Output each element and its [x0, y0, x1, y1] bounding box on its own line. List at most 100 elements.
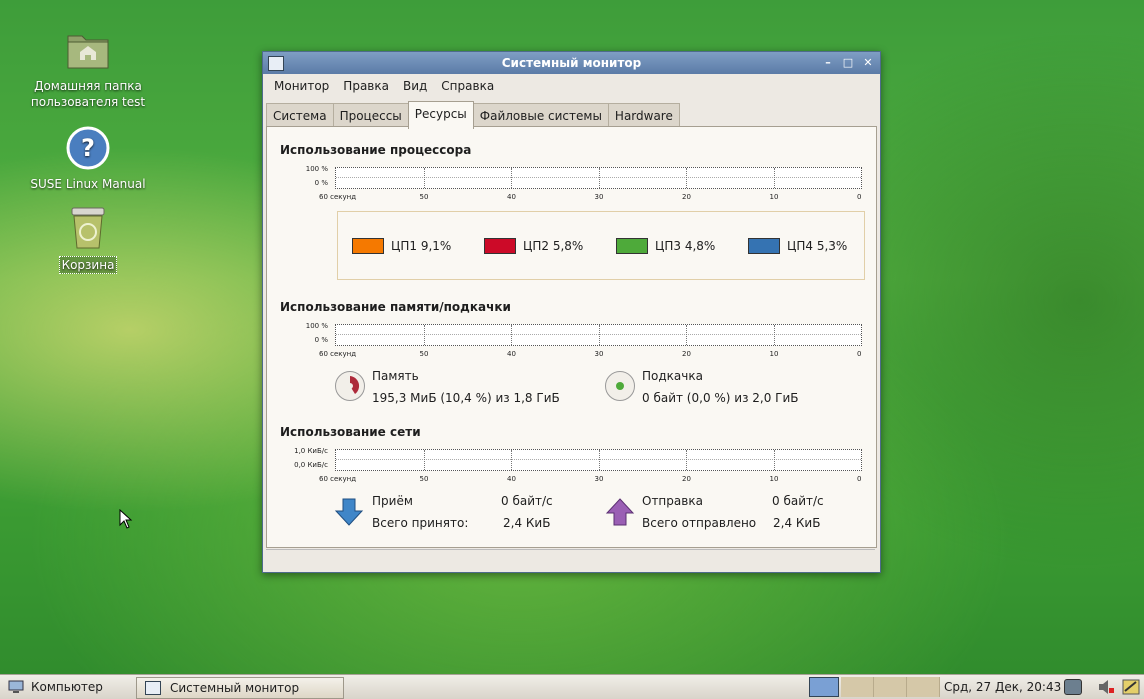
rx-total-label: Всего принято: [372, 516, 469, 530]
x-axis-tick-label: 10 [769, 350, 779, 358]
x-axis-tick-label: 20 [682, 350, 691, 358]
computer-icon [8, 680, 24, 693]
volume-tray-icon[interactable] [1095, 675, 1117, 699]
receive-arrow-icon [334, 498, 364, 526]
x-axis-tick-label: 30 [594, 475, 604, 483]
workspace-1[interactable] [809, 677, 839, 697]
x-axis-tick-label: 10 [769, 475, 779, 483]
x-axis-tick-label: 40 [507, 475, 516, 483]
x-axis-tick-label: 60 секунд [319, 193, 357, 201]
swap-pie-icon[interactable] [605, 371, 635, 401]
cpu-y-max: 100 % [305, 165, 328, 173]
graph-gridline [423, 325, 425, 345]
maximize-icon[interactable]: □ [840, 55, 856, 71]
x-axis-tick-label: 40 [507, 193, 516, 201]
update-tray-icon[interactable] [1120, 675, 1142, 699]
resources-panel: Использование процессора 100 % 0 % ЦП1 9… [266, 126, 877, 548]
cpu4-swatch[interactable] [748, 238, 780, 254]
menu-edit[interactable]: Правка [336, 79, 396, 93]
swap-pie-dot [616, 382, 624, 390]
taskbar-task-system-monitor[interactable]: Системный монитор [136, 677, 344, 699]
cpu1-swatch[interactable] [352, 238, 384, 254]
menu-view[interactable]: Вид [396, 79, 434, 93]
memory-label: Память [372, 369, 419, 383]
cpu3-label: ЦП3 [655, 239, 681, 253]
x-axis-tick-label: 50 [419, 193, 429, 201]
tab-bar: Система Процессы Ресурсы Файловые систем… [266, 101, 680, 129]
cpu-history-graph [335, 167, 862, 189]
computer-menu-button[interactable]: Компьютер [8, 675, 103, 699]
cpu3-swatch[interactable] [616, 238, 648, 254]
cpu4-label: ЦП4 [787, 239, 813, 253]
tx-total-label: Всего отправлено [642, 516, 757, 530]
network-y-max: 1,0 КиБ/с [294, 447, 328, 455]
home-folder-icon [64, 26, 112, 74]
clock[interactable]: Срд, 27 Дек, 20:43 [944, 675, 1061, 699]
tx-label: Отправка [642, 494, 703, 508]
x-axis-tick-label: 30 [594, 193, 604, 201]
tab-processes[interactable]: Процессы [332, 103, 409, 128]
rx-rate: 0 байт/с [501, 494, 553, 508]
x-axis-tick-label: 0 [857, 350, 862, 358]
workspace-2[interactable] [841, 677, 874, 697]
memory-y-min: 0 % [314, 336, 328, 344]
menu-monitor[interactable]: Монитор [267, 79, 336, 93]
cpu-y-min: 0 % [314, 179, 328, 187]
x-axis-tick-label: 60 секунд [319, 475, 357, 483]
tab-resources[interactable]: Ресурсы [407, 101, 474, 129]
graph-gridline [773, 450, 775, 470]
cpu1-value: 9,1% [420, 239, 452, 253]
tab-system[interactable]: Система [266, 103, 334, 128]
tab-hardware[interactable]: Hardware [607, 103, 680, 128]
rx-label: Приём [372, 494, 413, 508]
desktop-icon-manual[interactable]: ? SUSE Linux Manual [28, 124, 148, 192]
cpu4-value: 5,3% [816, 239, 848, 253]
taskbar: Компьютер Системный монитор Срд, 27 Дек,… [0, 674, 1144, 699]
cpu-legend: ЦП1 9,1% ЦП2 5,8% ЦП3 4,8% ЦП4 5,3% [337, 211, 865, 280]
trash-icon [64, 204, 112, 252]
menu-help[interactable]: Справка [434, 79, 501, 93]
computer-menu-label: Компьютер [31, 680, 103, 694]
x-axis-tick-label: 10 [769, 193, 779, 201]
close-icon[interactable]: ✕ [860, 55, 876, 71]
desktop-icon-trash[interactable]: Корзина [28, 204, 148, 274]
window-titlebar[interactable]: Системный монитор – □ ✕ [263, 52, 880, 74]
desktop-icon-trash-label: Корзина [58, 256, 118, 274]
graph-gridline [511, 450, 512, 470]
x-axis-tick-label: 60 секунд [319, 350, 357, 358]
x-axis-tick-label: 50 [419, 350, 429, 358]
network-tray-icon[interactable] [1062, 675, 1084, 699]
x-axis-tick-label: 0 [857, 193, 862, 201]
desktop-icon-home-label-1: Домашняя папка [34, 79, 142, 93]
tab-file-systems[interactable]: Файловые системы [472, 103, 609, 128]
graph-gridline [773, 168, 775, 188]
memory-history-graph [335, 324, 862, 346]
memory-pie-icon[interactable] [335, 371, 365, 401]
menubar: Монитор Правка Вид Справка [263, 74, 880, 98]
network-y-min: 0,0 КиБ/с [294, 461, 328, 469]
tx-total: 2,4 КиБ [773, 516, 821, 530]
cpu2-value: 5,8% [552, 239, 584, 253]
x-axis-tick-label: 20 [682, 475, 691, 483]
cpu4-legend: ЦП4 5,3% [748, 238, 847, 254]
workspace-4[interactable] [907, 677, 940, 697]
cpu2-label: ЦП2 [523, 239, 549, 253]
desktop-icon-home[interactable]: Домашняя папка пользователя test [28, 26, 148, 110]
workspace-3[interactable] [874, 677, 907, 697]
network-section-title: Использование сети [280, 425, 421, 439]
graph-gridline [773, 325, 775, 345]
mouse-pointer-icon [119, 509, 133, 529]
graph-gridline [686, 168, 687, 188]
minimize-icon[interactable]: – [820, 55, 836, 71]
swap-label: Подкачка [642, 369, 703, 383]
graph-gridline [423, 450, 425, 470]
swap-value: 0 байт (0,0 %) из 2,0 ГиБ [642, 391, 799, 405]
memory-y-max: 100 % [305, 322, 328, 330]
system-monitor-window: Системный монитор – □ ✕ Монитор Правка В… [262, 51, 881, 573]
x-axis-tick-label: 0 [857, 475, 862, 483]
graph-gridline [598, 450, 600, 470]
x-axis-tick-label: 50 [419, 475, 429, 483]
cpu3-legend: ЦП3 4,8% [616, 238, 715, 254]
tx-rate: 0 байт/с [772, 494, 824, 508]
cpu2-swatch[interactable] [484, 238, 516, 254]
